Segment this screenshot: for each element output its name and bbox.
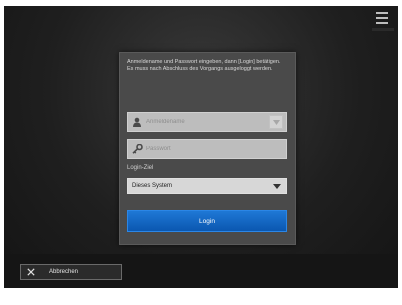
username-field[interactable] <box>127 112 287 132</box>
password-input[interactable] <box>146 140 286 158</box>
chevron-down-icon <box>272 119 280 125</box>
login-screen: Anmeldename und Passwort eingeben, dann … <box>4 6 398 288</box>
key-icon <box>128 144 146 154</box>
menu-indicator <box>372 28 394 31</box>
cancel-button[interactable]: Abbrechen <box>20 264 122 280</box>
login-target-value: Dieses System <box>132 183 173 189</box>
cancel-button-label: Abbrechen <box>49 269 79 275</box>
password-field[interactable] <box>127 139 287 159</box>
login-target-select[interactable]: Dieses System <box>127 178 287 194</box>
login-dialog: Anmeldename und Passwort eingeben, dann … <box>119 52 296 245</box>
user-icon <box>128 117 146 127</box>
instructions-text: Anmeldename und Passwort eingeben, dann … <box>127 59 281 72</box>
login-button[interactable]: Login <box>127 210 287 232</box>
username-input[interactable] <box>146 113 269 131</box>
chevron-down-icon <box>273 183 281 189</box>
login-target-label: Login-Ziel <box>127 165 154 171</box>
hamburger-menu-icon[interactable] <box>376 12 388 24</box>
username-history-button[interactable] <box>269 115 283 129</box>
close-icon <box>21 268 41 276</box>
